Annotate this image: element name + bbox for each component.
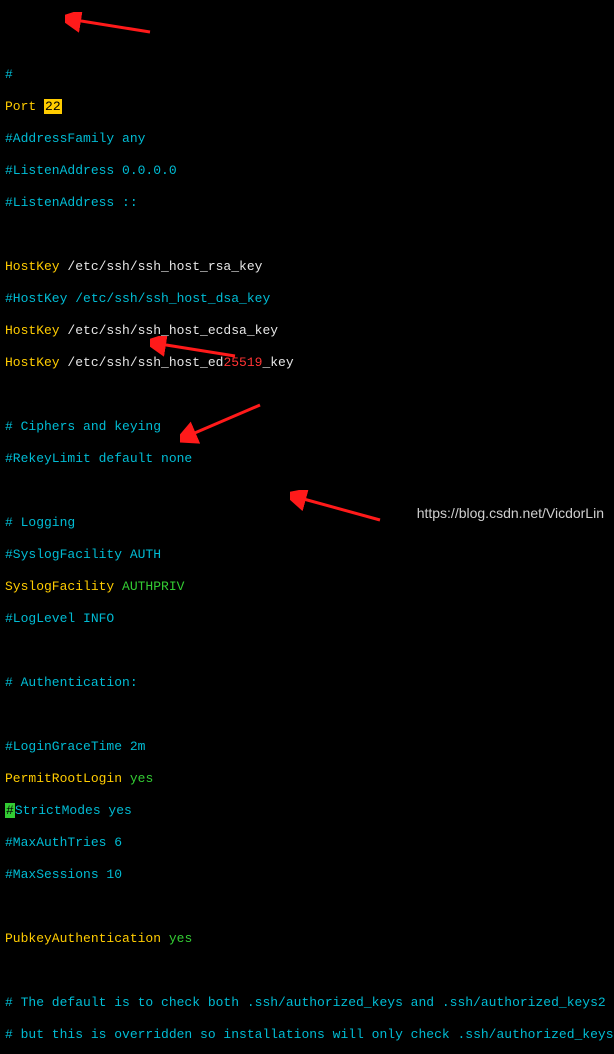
config-line: HostKey /etc/ssh/ssh_host_rsa_key: [5, 259, 609, 275]
config-line-logingracetime: #LoginGraceTime 2m: [5, 739, 609, 755]
config-line: #HostKey /etc/ssh/ssh_host_dsa_key: [5, 291, 609, 307]
blank-line: [5, 227, 609, 243]
config-line: #MaxSessions 10: [5, 867, 609, 883]
watermark-text: https://blog.csdn.net/VicdorLin: [417, 505, 604, 521]
port-value: 22: [44, 99, 62, 114]
config-line: #SyslogFacility AUTH: [5, 547, 609, 563]
blank-line: [5, 643, 609, 659]
config-line: # The default is to check both .ssh/auth…: [5, 995, 609, 1011]
blank-line: [5, 707, 609, 723]
config-line: #ListenAddress 0.0.0.0: [5, 163, 609, 179]
config-line: #AddressFamily any: [5, 131, 609, 147]
blank-line: [5, 963, 609, 979]
config-line: HostKey /etc/ssh/ssh_host_ed25519_key: [5, 355, 609, 371]
blank-line: [5, 387, 609, 403]
config-line: #RekeyLimit default none: [5, 451, 609, 467]
config-line-port: Port 22: [5, 99, 609, 115]
config-line: #MaxAuthTries 6: [5, 835, 609, 851]
config-line: SyslogFacility AUTHPRIV: [5, 579, 609, 595]
config-line: #: [5, 67, 609, 83]
blank-line: [5, 483, 609, 499]
config-line: #LogLevel INFO: [5, 611, 609, 627]
blank-line: [5, 899, 609, 915]
config-line-pubkeyauth: PubkeyAuthentication yes: [5, 931, 609, 947]
config-line: # Ciphers and keying: [5, 419, 609, 435]
config-line: # Authentication:: [5, 675, 609, 691]
config-line: HostKey /etc/ssh/ssh_host_ecdsa_key: [5, 323, 609, 339]
annotation-arrow-icon: [65, 12, 155, 42]
config-line-strictmodes: #StrictModes yes: [5, 803, 609, 819]
config-line: #ListenAddress ::: [5, 195, 609, 211]
config-line: # but this is overridden so installation…: [5, 1027, 609, 1043]
config-line-permitrootlogin: PermitRootLogin yes: [5, 771, 609, 787]
